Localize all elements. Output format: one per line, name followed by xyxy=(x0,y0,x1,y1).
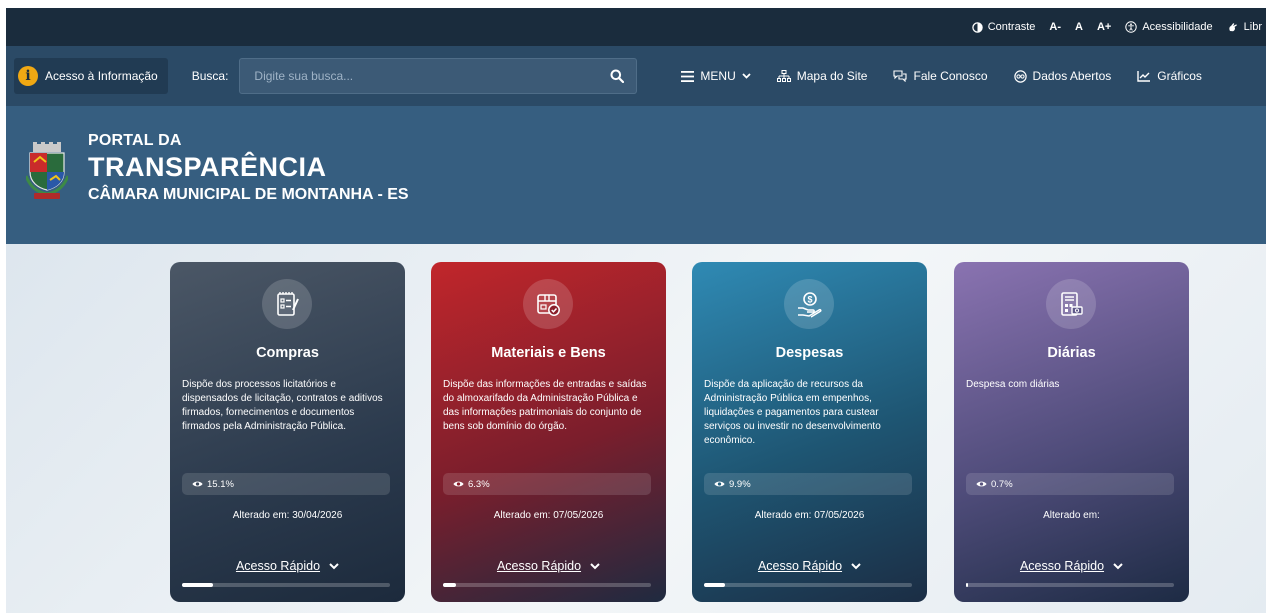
svg-text:$: $ xyxy=(807,295,812,305)
card-despesas[interactable]: $ Despesas Dispõe da aplicação de recurs… xyxy=(692,262,927,602)
info-icon: i xyxy=(18,66,38,86)
card-title: Despesas xyxy=(775,345,844,361)
portal-title-line1: PORTAL DA xyxy=(88,132,182,149)
contact-label: Fale Conosco xyxy=(913,69,988,83)
portal-subtitle: CÂMARA MUNICIPAL DE MONTANHA - ES xyxy=(88,186,409,203)
menu-dropdown[interactable]: MENU xyxy=(681,69,751,83)
portal-header: PORTAL DA TRANSPARÊNCIA CÂMARA MUNICIPAL… xyxy=(6,106,1266,244)
charts-link[interactable]: Gráficos xyxy=(1137,69,1202,83)
open-data-link[interactable]: Dados Abertos xyxy=(1013,69,1112,83)
changed-date: Alterado em: 07/05/2026 xyxy=(493,510,604,521)
search-label: Busca: xyxy=(191,69,229,83)
progress-fill xyxy=(704,583,725,587)
quick-access-dropdown[interactable]: Acesso Rápido xyxy=(431,559,666,573)
search-input[interactable] xyxy=(254,69,585,83)
progress-fill xyxy=(182,583,214,587)
category-cards-section: Compras Dispõe dos processos licitatório… xyxy=(6,244,1266,613)
quick-access-label: Acesso Rápido xyxy=(1019,559,1105,573)
access-information-button[interactable]: i Acesso à Informação xyxy=(14,58,168,94)
card-compras[interactable]: Compras Dispõe dos processos licitatório… xyxy=(170,262,405,602)
font-normal-button[interactable]: A xyxy=(1075,21,1083,33)
card-description: Dispõe das informações de entradas e saí… xyxy=(443,379,647,432)
views-badge: 0.7% xyxy=(966,473,1174,495)
card-description: Despesa com diárias xyxy=(966,379,1060,390)
accessibility-label: Acessibilidade xyxy=(1142,21,1213,33)
libras-label: Libr xyxy=(1243,21,1262,33)
quick-access-dropdown[interactable]: Acesso Rápido xyxy=(692,559,927,573)
sitemap-label: Mapa do Site xyxy=(796,69,868,83)
views-badge: 15.1% xyxy=(182,473,390,495)
open-data-icon xyxy=(1013,69,1027,83)
progress-fill xyxy=(966,583,969,587)
quick-access-label: Acesso Rápido xyxy=(757,559,843,573)
municipal-crest-logo[interactable] xyxy=(24,142,70,207)
progress-bar xyxy=(966,583,1174,587)
chevron-down-icon xyxy=(851,562,861,569)
changed-date: Alterado em: xyxy=(1043,510,1100,521)
quick-access-dropdown[interactable]: Acesso Rápido xyxy=(170,559,405,573)
eye-icon xyxy=(192,481,203,487)
font-increase-button[interactable]: A+ xyxy=(1097,21,1111,33)
card-materiais-e-bens[interactable]: Materiais e Bens Dispõe das informações … xyxy=(431,262,666,602)
nav-links: MENU Mapa do Site Fale Conosco Dados Abe… xyxy=(681,69,1202,83)
accessibility-link[interactable]: Acessibilidade xyxy=(1125,21,1213,33)
eye-icon xyxy=(714,481,725,487)
card-title: Compras xyxy=(256,345,319,361)
views-badge: 9.9% xyxy=(704,473,912,495)
quick-access-label: Acesso Rápido xyxy=(235,559,321,573)
views-percent: 6.3% xyxy=(468,478,490,490)
progress-bar xyxy=(182,583,390,587)
card-description: Dispõe dos processos licitatórios e disp… xyxy=(182,379,383,432)
open-data-label: Dados Abertos xyxy=(1032,69,1112,83)
changed-date: Alterado em: 30/04/2026 xyxy=(232,510,343,521)
contrast-toggle[interactable]: Contraste xyxy=(971,21,1036,33)
chevron-down-icon xyxy=(329,562,339,569)
quick-access-dropdown[interactable]: Acesso Rápido xyxy=(954,559,1189,573)
views-badge: 6.3% xyxy=(443,473,651,495)
contact-link[interactable]: Fale Conosco xyxy=(893,69,988,83)
progress-bar xyxy=(704,583,912,587)
card-diarias[interactable]: Diárias Despesa com diárias 0.7% Alterad… xyxy=(954,262,1189,602)
sitemap-link[interactable]: Mapa do Site xyxy=(776,69,868,83)
accessibility-icon xyxy=(1125,21,1138,33)
hand-coin-icon: $ xyxy=(784,279,834,329)
libras-link[interactable]: Libr xyxy=(1227,21,1262,33)
eye-icon xyxy=(976,481,987,487)
access-information-label: Acesso à Informação xyxy=(45,69,158,83)
chevron-down-icon xyxy=(742,73,751,79)
portal-brand[interactable]: PORTAL DA TRANSPARÊNCIA CÂMARA MUNICIPAL… xyxy=(88,132,409,204)
charts-label: Gráficos xyxy=(1157,69,1202,83)
search-icon[interactable] xyxy=(610,69,625,83)
font-decrease-button[interactable]: A- xyxy=(1049,21,1061,33)
purchases-checklist-icon xyxy=(262,279,312,329)
eye-icon xyxy=(453,481,464,487)
progress-fill xyxy=(443,583,457,587)
contrast-label: Contraste xyxy=(987,21,1036,33)
quick-access-label: Acesso Rápido xyxy=(496,559,582,573)
portal-title-line2: TRANSPARÊNCIA xyxy=(88,152,327,182)
chat-icon xyxy=(893,70,908,82)
card-title: Materiais e Bens xyxy=(491,345,606,361)
box-check-icon xyxy=(523,279,573,329)
line-chart-icon xyxy=(1137,71,1151,82)
sign-language-icon xyxy=(1228,23,1237,32)
accessibility-bar: Contraste A- A A+ Acessibilidade Libr xyxy=(6,8,1266,46)
chevron-down-icon xyxy=(1113,562,1123,569)
main-navbar: i Acesso à Informação Busca: MENU Mapa d… xyxy=(6,46,1266,106)
chevron-down-icon xyxy=(590,562,600,569)
hamburger-icon xyxy=(681,70,695,82)
views-percent: 9.9% xyxy=(729,478,751,490)
progress-bar xyxy=(443,583,651,587)
views-percent: 0.7% xyxy=(991,478,1013,490)
calculator-document-icon xyxy=(1046,279,1096,329)
card-title: Diárias xyxy=(1047,345,1096,361)
sitemap-icon xyxy=(776,69,791,82)
menu-label: MENU xyxy=(700,69,736,83)
contrast-icon xyxy=(971,21,983,33)
search-box xyxy=(239,58,638,94)
views-percent: 15.1% xyxy=(207,478,234,490)
card-description: Dispõe da aplicação de recursos da Admin… xyxy=(704,379,881,446)
changed-date: Alterado em: 07/05/2026 xyxy=(754,510,865,521)
